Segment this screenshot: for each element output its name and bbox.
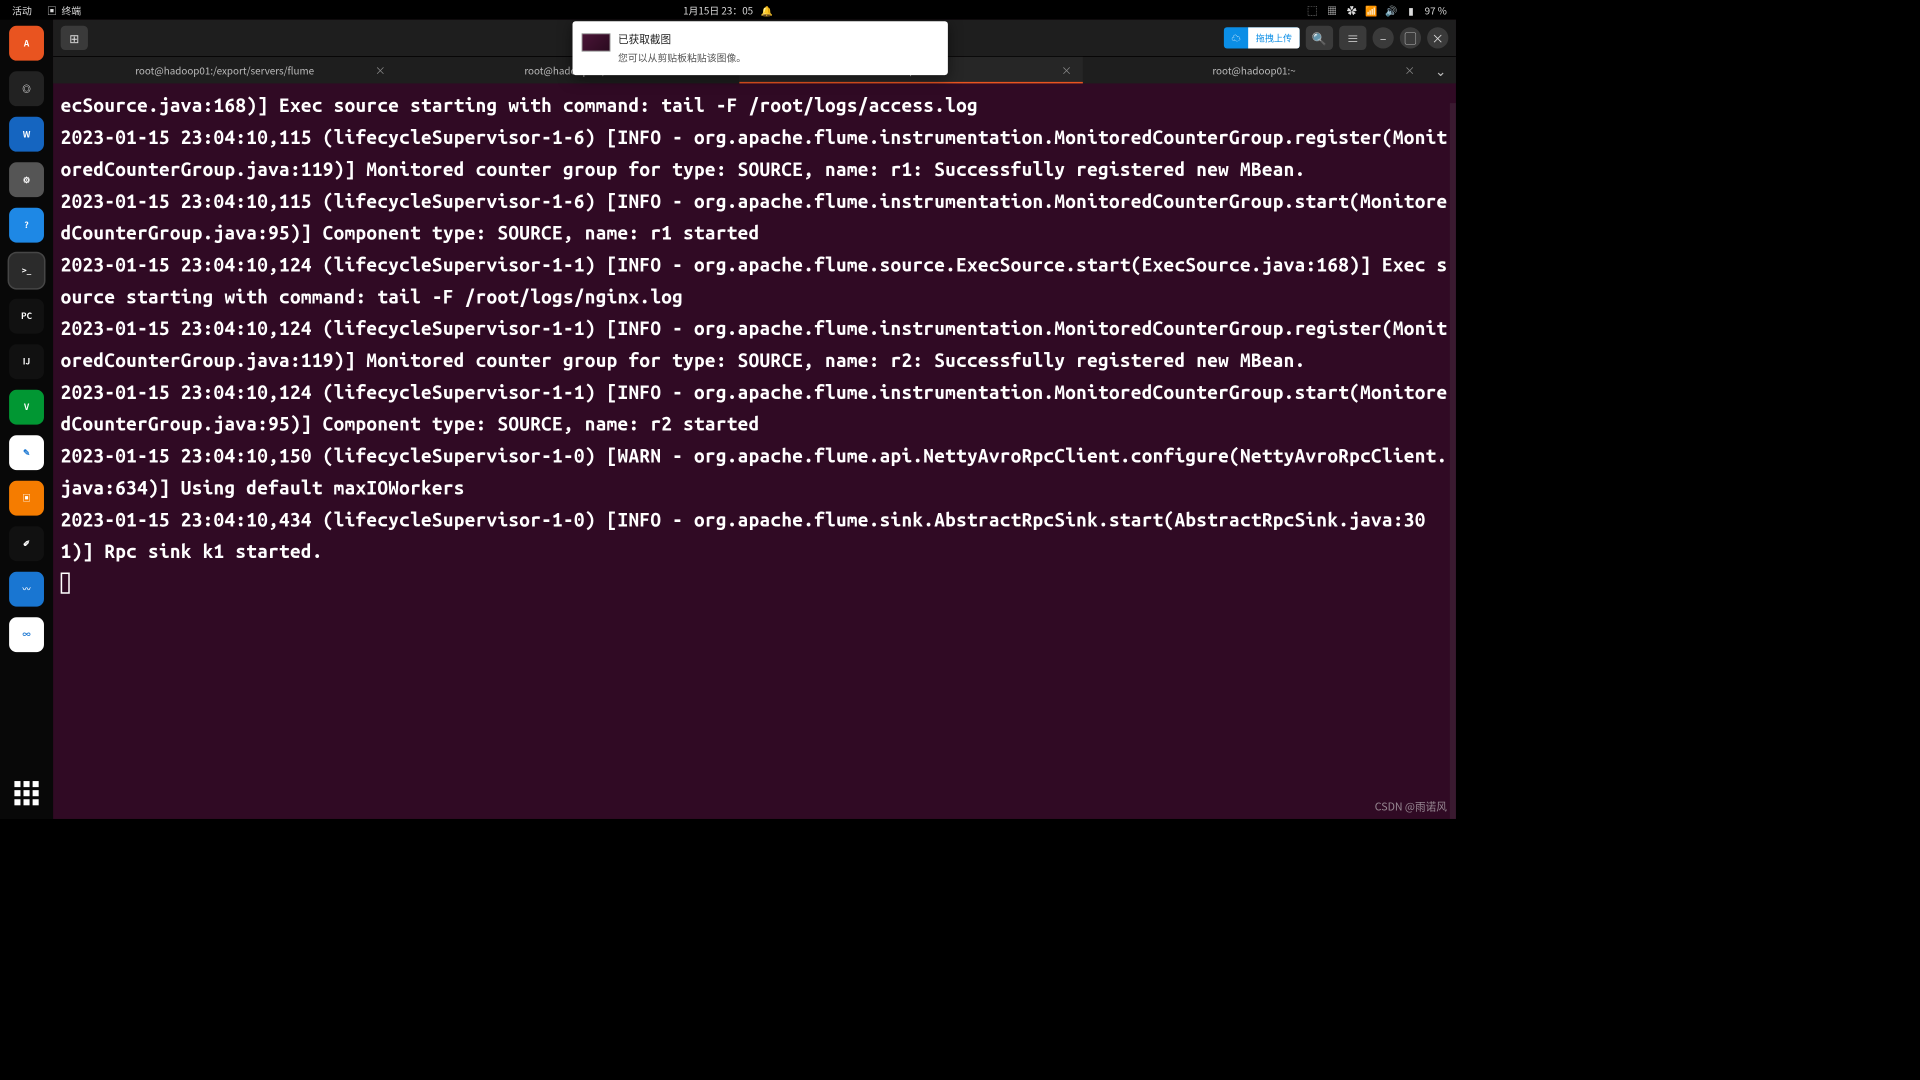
wifi-icon[interactable]: 📶 [1365, 4, 1377, 16]
battery-percentage: 97 % [1425, 3, 1447, 17]
new-tab-icon: ⊞ [69, 29, 79, 47]
dock: A ◎ W ⚙? >_ PC IJ V ✎ ▣ ✐ 〰 ∞ [0, 20, 53, 819]
terminal-scrollbar[interactable] [1450, 103, 1456, 819]
terminal-output: ecSource.java:168)] Exec source starting… [61, 89, 1449, 599]
new-tab-button[interactable]: ⊞ [61, 26, 88, 50]
app-menu-label: 终端 [61, 3, 81, 17]
hamburger-menu[interactable]: ≡ [1339, 26, 1366, 50]
minimize-button[interactable]: – [1373, 27, 1394, 48]
watermark: CSDN @雨诺风 [1375, 799, 1447, 814]
tray-app2-icon[interactable]: ▦ [1326, 4, 1338, 16]
dock-monitor[interactable]: 〰 [9, 572, 44, 607]
terminal-cursor [61, 573, 70, 594]
tab-2-close[interactable]: × [1061, 63, 1072, 78]
terminal-mini-icon: ▣ [47, 3, 57, 17]
tab-3[interactable]: root@hadoop01:~ × [1082, 57, 1425, 84]
menu-icon: ≡ [1347, 29, 1359, 47]
dock-rhythmbox[interactable]: ◎ [9, 71, 44, 106]
dock-software-store[interactable]: A [9, 26, 44, 61]
tray-app1-icon[interactable]: ⬚ [1306, 4, 1318, 16]
notification-title: 已获取截图 [618, 32, 936, 47]
notification-bell-icon[interactable]: 🔔 [761, 4, 773, 16]
tab-0[interactable]: root@hadoop01:/export/servers/flume × [53, 57, 396, 84]
tab-3-label: root@hadoop01:~ [1212, 63, 1295, 77]
notification-thumbnail [582, 33, 611, 51]
cloud-icon: ☁ [1224, 31, 1248, 44]
dock-intellij[interactable]: IJ [9, 344, 44, 379]
dock-libreoffice-writer[interactable]: W [9, 117, 44, 152]
battery-icon[interactable]: ▮ [1405, 4, 1417, 16]
show-applications-button[interactable] [14, 781, 38, 805]
tab-expand-button[interactable]: ⌄ [1426, 57, 1456, 84]
activities-button[interactable]: 活动 [8, 1, 37, 18]
screenshot-notification[interactable]: 已获取截图 您可以从剪贴板粘贴该图像。 [573, 21, 948, 75]
chevron-down-icon: ⌄ [1435, 60, 1446, 80]
tab-0-close[interactable]: × [375, 63, 386, 78]
notification-body: 您可以从剪贴板粘贴该图像。 [618, 50, 936, 64]
dock-pycharm[interactable]: PC [9, 299, 44, 334]
terminal-window: ⊞ ☁ 拖拽上传 🔍 ≡ – ▢ × root@hadoop01:/export… [53, 20, 1456, 819]
tray-app3-icon[interactable]: ✿ [1346, 4, 1358, 16]
dock-settings[interactable]: ⚙ [9, 162, 44, 197]
tab-3-close[interactable]: × [1404, 63, 1415, 78]
dock-baidu-pan[interactable]: ∞ [9, 617, 44, 652]
clock[interactable]: 1月15日 23：05 [683, 3, 753, 17]
maximize-button[interactable]: ▢ [1400, 27, 1421, 48]
upload-button[interactable]: ☁ 拖拽上传 [1224, 27, 1300, 48]
tab-0-label: root@hadoop01:/export/servers/flume [135, 63, 314, 77]
dock-gedit[interactable]: ✎ [9, 435, 44, 470]
dock-brush[interactable]: ✐ [9, 526, 44, 561]
dock-vim[interactable]: V [9, 390, 44, 425]
dock-terminal[interactable]: >_ [9, 253, 44, 288]
close-button[interactable]: × [1427, 27, 1448, 48]
app-menu[interactable]: ▣ 终端 [47, 3, 81, 17]
upload-label: 拖拽上传 [1248, 27, 1300, 48]
terminal-viewport[interactable]: ecSource.java:168)] Exec source starting… [53, 83, 1456, 819]
dock-help[interactable]: ? [9, 208, 44, 243]
volume-icon[interactable]: 🔊 [1385, 4, 1397, 16]
search-button[interactable]: 🔍 [1306, 26, 1333, 50]
gnome-top-panel: 活动 ▣ 终端 1月15日 23：05 🔔 ⬚ ▦ ✿ 📶 🔊 ▮ 97 % [0, 0, 1456, 20]
dock-vm[interactable]: ▣ [9, 481, 44, 516]
search-icon: 🔍 [1312, 29, 1327, 47]
